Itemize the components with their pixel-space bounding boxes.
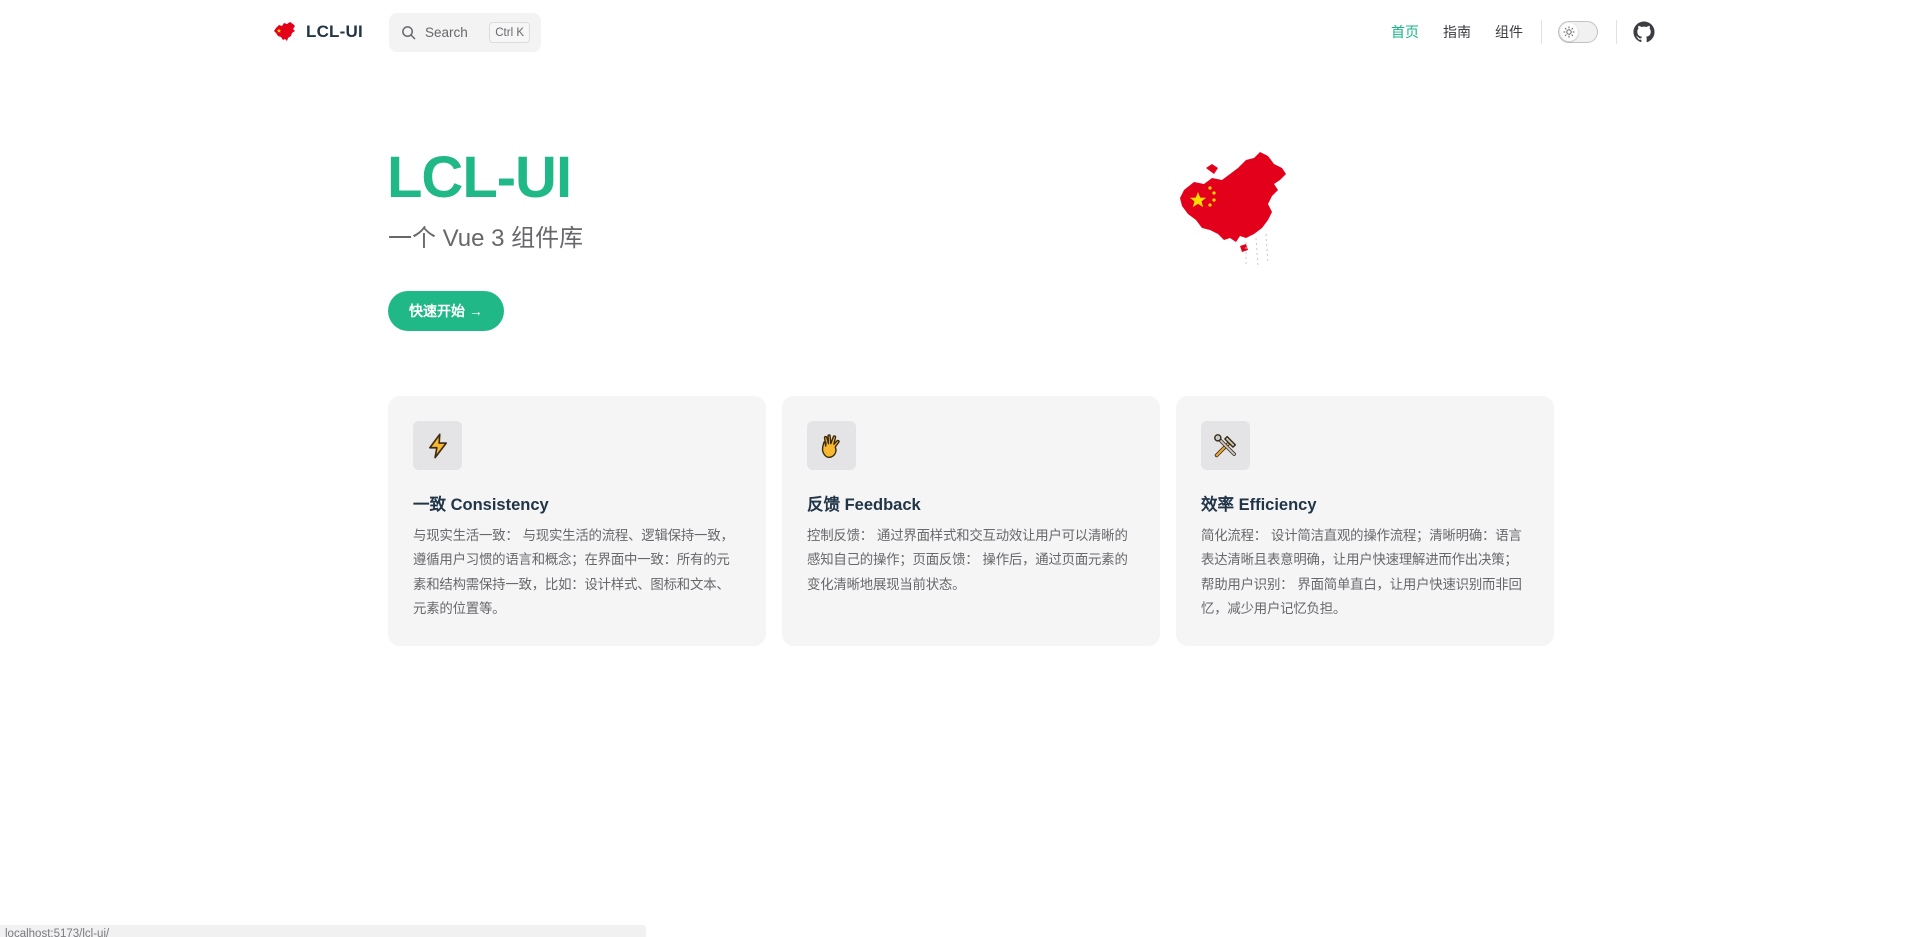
brand-link[interactable]: LCL-UI bbox=[273, 17, 363, 47]
theme-toggle[interactable] bbox=[1558, 21, 1598, 43]
features-grid: 一致 Consistency 与现实生活一致： 与现实生活的流程、逻辑保持一致，… bbox=[388, 396, 1554, 646]
search-icon bbox=[402, 26, 416, 40]
lightning-icon bbox=[413, 421, 462, 470]
search-button[interactable]: Search Ctrl K bbox=[389, 13, 541, 52]
top-nav: LCL-UI Search Ctrl K 首页 指南 组件 bbox=[0, 0, 1920, 64]
hero-tagline: 一个 Vue 3 组件库 bbox=[388, 225, 584, 252]
vulcan-salute-icon bbox=[807, 421, 856, 470]
feature-details: 简化流程： 设计简洁直观的操作流程；清晰明确：语言表达清晰且表意明确，让用户快速… bbox=[1201, 529, 1522, 617]
search-placeholder: Search bbox=[425, 25, 468, 40]
feature-card-consistency: 一致 Consistency 与现实生活一致： 与现实生活的流程、逻辑保持一致，… bbox=[388, 396, 766, 646]
feature-details: 与现实生活一致： 与现实生活的流程、逻辑保持一致，遵循用户习惯的语言和概念；在界… bbox=[413, 529, 734, 617]
china-map-image bbox=[1180, 152, 1286, 267]
nav-divider bbox=[1541, 20, 1542, 44]
search-shortcut: Ctrl K bbox=[489, 22, 530, 43]
feature-title: 效率 Efficiency bbox=[1201, 496, 1317, 514]
sun-icon bbox=[1560, 23, 1578, 41]
nav-link-guide[interactable]: 指南 bbox=[1443, 22, 1471, 42]
feature-card-efficiency: 效率 Efficiency 简化流程： 设计简洁直观的操作流程；清晰明确：语言表… bbox=[1176, 396, 1554, 646]
github-icon[interactable] bbox=[1633, 21, 1655, 43]
nav-menu: 首页 指南 组件 bbox=[1391, 17, 1655, 47]
nav-divider bbox=[1616, 20, 1617, 44]
feature-card-feedback: 反馈 Feedback 控制反馈： 通过界面样式和交互动效让用户可以清晰的感知自… bbox=[782, 396, 1160, 646]
feature-details: 控制反馈： 通过界面样式和交互动效让用户可以清晰的感知自己的操作；页面反馈： 操… bbox=[807, 529, 1128, 593]
logo-icon bbox=[274, 22, 295, 41]
feature-title: 一致 Consistency bbox=[413, 496, 549, 514]
nav-link-components[interactable]: 组件 bbox=[1495, 22, 1523, 42]
feature-title: 反馈 Feedback bbox=[807, 496, 921, 514]
get-started-button[interactable]: 快速开始 → bbox=[388, 291, 504, 331]
status-bar-url: localhost:5173/lcl-ui/ bbox=[0, 925, 646, 937]
brand-name: LCL-UI bbox=[306, 22, 363, 41]
nav-link-home[interactable]: 首页 bbox=[1391, 22, 1419, 42]
hero-title: LCL-UI bbox=[387, 145, 572, 210]
tools-icon bbox=[1201, 421, 1250, 470]
